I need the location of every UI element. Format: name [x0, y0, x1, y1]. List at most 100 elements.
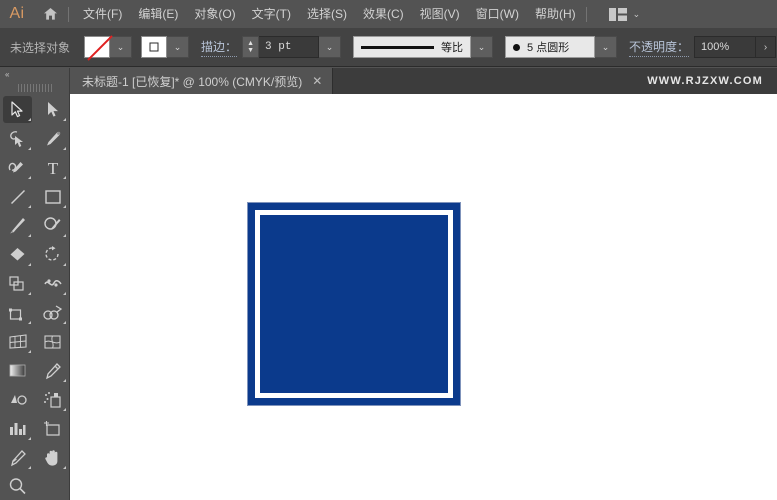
tool-corner-indicator — [63, 234, 66, 237]
tool-corner-indicator — [63, 263, 66, 266]
rectangle-icon — [44, 189, 61, 204]
opacity-label: 不透明度： — [629, 38, 690, 57]
opacity-arrow-icon[interactable]: › — [756, 36, 777, 58]
brush-definition-label: 5 点圆形 — [527, 42, 570, 54]
tool-mesh[interactable] — [35, 327, 70, 356]
tool-corner-indicator — [28, 147, 31, 150]
shape-builder-icon — [43, 304, 63, 320]
tools-panel-grip[interactable] — [0, 81, 69, 95]
stroke-weight-input[interactable]: 3 pt — [259, 36, 320, 58]
tools-panel-collapse-icon[interactable]: « — [0, 68, 69, 81]
tool-rotate[interactable] — [35, 240, 70, 269]
tool-direct-selection[interactable] — [35, 95, 70, 124]
opacity-input[interactable]: 100% — [694, 36, 757, 58]
gradient-icon — [9, 364, 26, 377]
menu-help[interactable]: 帮助(H) — [527, 4, 584, 24]
tool-symbol-sprayer[interactable] — [35, 385, 70, 414]
brush-chevron-down-icon[interactable]: ⌄ — [595, 36, 618, 58]
opacity-group: 100% › — [694, 36, 777, 58]
tool-shaper[interactable] — [35, 211, 70, 240]
brush-definition-group: 5 点圆形 ⌄ — [505, 36, 618, 58]
fill-chevron-down-icon[interactable]: ⌄ — [110, 36, 133, 58]
menu-edit[interactable]: 编辑(E) — [130, 4, 186, 24]
tool-slice[interactable] — [0, 443, 35, 472]
tool-corner-indicator — [28, 350, 31, 353]
artboard-icon — [44, 420, 60, 436]
pen-icon — [47, 131, 61, 145]
brush-definition-combo[interactable]: 5 点圆形 — [505, 36, 596, 58]
tool-gradient[interactable] — [0, 356, 35, 385]
close-icon[interactable]: ✕ — [312, 75, 322, 87]
stroke-chevron-down-icon[interactable]: ⌄ — [167, 36, 190, 58]
width-profile-label: 等比 — [441, 42, 464, 54]
tool-scale[interactable] — [0, 269, 35, 298]
svg-text:T: T — [47, 159, 58, 177]
arrange-documents-icon — [608, 7, 627, 21]
type-icon: T — [47, 159, 58, 177]
hand-icon — [45, 450, 58, 466]
menu-file[interactable]: 文件(F) — [75, 4, 130, 24]
tool-eyedropper[interactable] — [35, 356, 70, 385]
stroke-weight-stepper[interactable]: ▲ ▼ — [242, 36, 260, 58]
stroke-weight-label: 描边： — [201, 38, 238, 57]
stroke-weight-chevron-down-icon[interactable]: ⌄ — [319, 36, 342, 58]
selection-arrow-icon — [11, 101, 23, 118]
tool-free-transform[interactable] — [0, 298, 35, 327]
tool-corner-indicator — [28, 176, 31, 179]
rotate-icon — [45, 245, 59, 261]
tool-corner-indicator — [28, 118, 31, 121]
tool-corner-indicator — [28, 205, 31, 208]
document-tab-title: 未标题-1 [已恢复]* @ 100% (CMYK/预览) — [82, 74, 303, 89]
eyedropper-icon — [46, 362, 61, 379]
free-transform-icon — [9, 308, 22, 320]
document-canvas[interactable] — [70, 94, 777, 500]
direct-selection-arrow-icon — [48, 102, 58, 117]
tool-pen[interactable] — [35, 124, 70, 153]
tool-type[interactable]: T — [35, 153, 70, 182]
blue-square-artwork[interactable] — [247, 202, 461, 406]
stepper-up-icon: ▲ — [247, 40, 254, 47]
tool-hand[interactable] — [35, 443, 70, 472]
shaper-icon — [44, 217, 61, 230]
tool-corner-indicator — [63, 118, 66, 121]
menu-view[interactable]: 视图(V) — [412, 4, 468, 24]
tool-corner-indicator — [28, 437, 31, 440]
tool-column-graph[interactable] — [0, 414, 35, 443]
eraser-icon — [10, 247, 25, 260]
fill-swatch-group: ⌄ — [84, 36, 133, 58]
stroke-color-swatch[interactable] — [141, 36, 168, 58]
tool-width[interactable] — [35, 269, 70, 298]
paintbrush-icon — [10, 218, 25, 234]
menu-effect[interactable]: 效果(C) — [355, 4, 412, 24]
tool-perspective-grid[interactable] — [0, 327, 35, 356]
tool-eraser[interactable] — [0, 240, 35, 269]
fill-color-swatch[interactable] — [84, 36, 111, 58]
tool-line-segment[interactable] — [0, 182, 35, 211]
tool-selection[interactable] — [0, 95, 35, 124]
tool-magic-wand[interactable] — [0, 124, 35, 153]
width-profile-preview-icon — [361, 45, 435, 49]
stroke-swatch-group: ⌄ — [141, 36, 190, 58]
document-tab[interactable]: 未标题-1 [已恢复]* @ 100% (CMYK/预览) ✕ — [70, 68, 334, 94]
width-profile-chevron-down-icon[interactable]: ⌄ — [471, 36, 494, 58]
control-bar: 未选择对象 ⌄ ⌄ 描边： ▲ ▼ 3 pt ⌄ 等比 ⌄ 5 点圆形 ⌄ 不透… — [0, 28, 777, 67]
brush-preview-icon — [513, 43, 521, 51]
menu-window[interactable]: 窗口(W) — [468, 4, 527, 24]
tool-blend[interactable] — [0, 385, 35, 414]
menu-select[interactable]: 选择(S) — [299, 4, 355, 24]
menu-type[interactable]: 文字(T) — [244, 4, 299, 24]
tool-curvature[interactable] — [0, 153, 35, 182]
tool-corner-indicator — [63, 408, 66, 411]
tool-zoom[interactable] — [0, 472, 35, 500]
tool-paintbrush[interactable] — [0, 211, 35, 240]
tool-rectangle[interactable] — [35, 182, 70, 211]
arrange-documents-button[interactable]: ⌄ — [605, 5, 645, 24]
width-profile-combo[interactable]: 等比 — [353, 36, 472, 58]
document-tab-bar: 未标题-1 [已恢复]* @ 100% (CMYK/预览) ✕ WWW.RJZX… — [70, 68, 777, 94]
tool-artboard[interactable] — [35, 414, 70, 443]
tool-shape-builder[interactable] — [35, 298, 70, 327]
home-icon[interactable] — [34, 0, 66, 28]
menu-object[interactable]: 对象(O) — [186, 4, 243, 24]
mesh-icon — [44, 334, 61, 349]
tool-corner-indicator — [63, 205, 66, 208]
